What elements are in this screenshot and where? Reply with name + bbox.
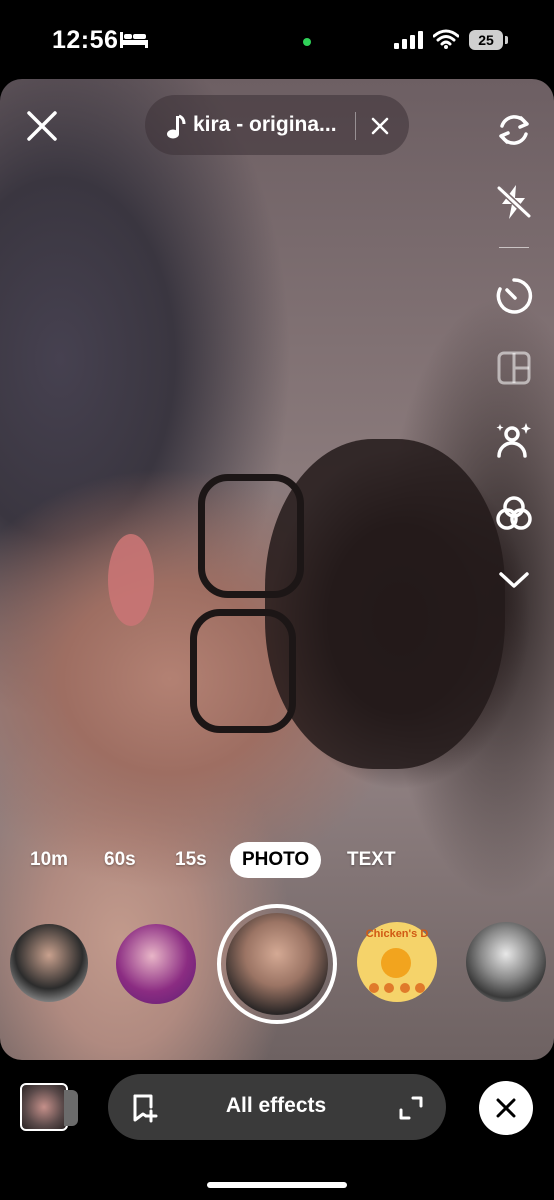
- chicken-icon: [381, 948, 411, 978]
- wifi-icon: [433, 29, 459, 49]
- side-tools-divider: [499, 247, 529, 248]
- mode-10m[interactable]: 10m: [30, 842, 68, 878]
- effect-portrait-selected[interactable]: [226, 913, 328, 1015]
- expand-icon[interactable]: [398, 1095, 424, 1121]
- status-time: 12:56: [52, 26, 119, 54]
- mode-photo[interactable]: PHOTO: [230, 842, 322, 878]
- effect-portrait-man[interactable]: [10, 924, 88, 1002]
- cellular-signal-icon: [394, 31, 423, 49]
- sound-pill-divider: [355, 112, 356, 140]
- mode-60s[interactable]: 60s: [104, 842, 136, 878]
- bed-icon: [120, 32, 148, 48]
- remove-sound-icon[interactable]: [371, 117, 389, 135]
- bookmark-add-icon[interactable]: [131, 1093, 159, 1123]
- home-indicator[interactable]: [207, 1182, 347, 1188]
- camera-in-use-dot: [303, 38, 311, 46]
- camera-scene-glasses: [190, 609, 296, 733]
- status-bar: 12:56 25: [0, 0, 554, 80]
- camera-scene-glasses: [198, 474, 304, 598]
- camera-scene-lips: [108, 534, 154, 626]
- battery-cap: [505, 36, 508, 44]
- mode-15s[interactable]: 15s: [175, 842, 207, 878]
- effect-portrait-purple[interactable]: [116, 924, 196, 1004]
- gallery-thumbnail[interactable]: [20, 1083, 68, 1131]
- flip-camera-icon[interactable]: [494, 110, 534, 150]
- capture-mode-selector: 10m 60s 15s PHOTO TEXT: [0, 842, 554, 878]
- close-camera-icon[interactable]: [24, 108, 60, 144]
- effect-chickens-label: Chicken's D: [365, 928, 429, 940]
- sound-title[interactable]: kira - origina...: [193, 113, 337, 137]
- effect-chickens-dots: [369, 983, 425, 993]
- battery-icon: 25: [469, 30, 503, 50]
- timer-icon[interactable]: [494, 276, 534, 316]
- music-note-icon: [167, 114, 186, 139]
- close-icon: [496, 1098, 516, 1118]
- camera-scene-hair: [265, 439, 505, 769]
- gallery-stack: [64, 1090, 78, 1126]
- effect-portrait-vintage[interactable]: [466, 922, 546, 1002]
- retouch-icon[interactable]: [494, 420, 534, 460]
- close-effects-button[interactable]: [479, 1081, 533, 1135]
- all-effects-label[interactable]: All effects: [208, 1094, 344, 1118]
- filters-icon[interactable]: [494, 494, 534, 534]
- chevron-down-icon[interactable]: [494, 566, 534, 596]
- flash-off-icon[interactable]: [494, 182, 534, 222]
- layout-icon[interactable]: [494, 348, 534, 388]
- mode-text[interactable]: TEXT: [347, 842, 396, 878]
